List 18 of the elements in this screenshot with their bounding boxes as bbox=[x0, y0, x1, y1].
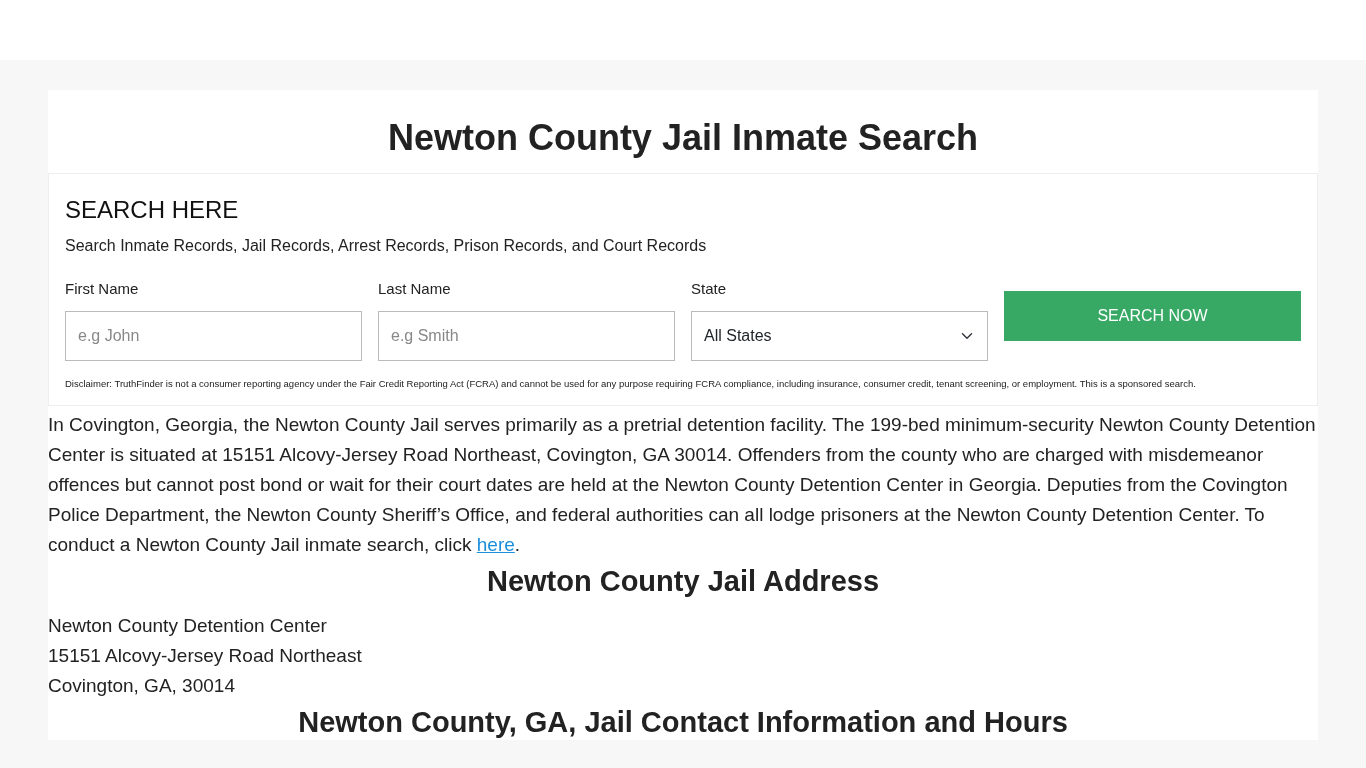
here-link[interactable]: here bbox=[476, 533, 515, 555]
state-select[interactable]: All States bbox=[691, 310, 988, 361]
disclaimer-text: Disclaimer: TruthFinder is not a consumer reporting agency under the Fair Credit Reporting Act (FCRA) and cannot be used for any purpose requiring FCRA compliance, including insurance, consumer credit, tenant screening, or employment. This is a sponsored search. bbox=[65, 376, 1197, 391]
section-heading: Newton County, GA, Jail Contact Information and Hours bbox=[297, 704, 1069, 740]
input-field[interactable]: e.g John bbox=[65, 310, 362, 361]
address-line: Newton County Detention Center bbox=[48, 613, 328, 638]
page-title: Newton County Jail Inmate Search bbox=[386, 116, 980, 160]
input-field[interactable]: e.g Smith bbox=[378, 310, 675, 361]
search-button[interactable]: SEARCH NOW bbox=[1004, 291, 1301, 342]
section-heading: Newton County Jail Address bbox=[485, 563, 881, 599]
intro-paragraph: In Covington, Georgia, the Newton County Jail serves primarily as a pretrial detention facility. The 199-bed minimum-security Newton County Detention Center is situated at 15151 Alcovy-Jersey Road Northeast, Covington, GA 30014. Offenders from the county who are charged with misdemeanor offences but cannot post bond or wait for their court dates are held at the Newton County Detention Center in Georgia. Deputies from the Covington Police Department, the Newton County Sheriff’s Office, and federal authorities can all lodge prisoners at the Newton County Detention Center. To conduct a Newton County Jail inmate search, click here. bbox=[48, 412, 1317, 557]
field-label: State bbox=[691, 279, 728, 300]
search-heading: SEARCH HERE bbox=[65, 195, 240, 226]
address-line: Covington, GA, 30014 bbox=[48, 673, 236, 698]
search-subtitle: Search Inmate Records, Jail Records, Arrest Records, Prison Records, and Court Records bbox=[65, 236, 708, 257]
field-label: Last Name bbox=[378, 279, 452, 300]
address-line: 15151 Alcovy-Jersey Road Northeast bbox=[48, 643, 363, 668]
field-label: First Name bbox=[65, 279, 140, 300]
